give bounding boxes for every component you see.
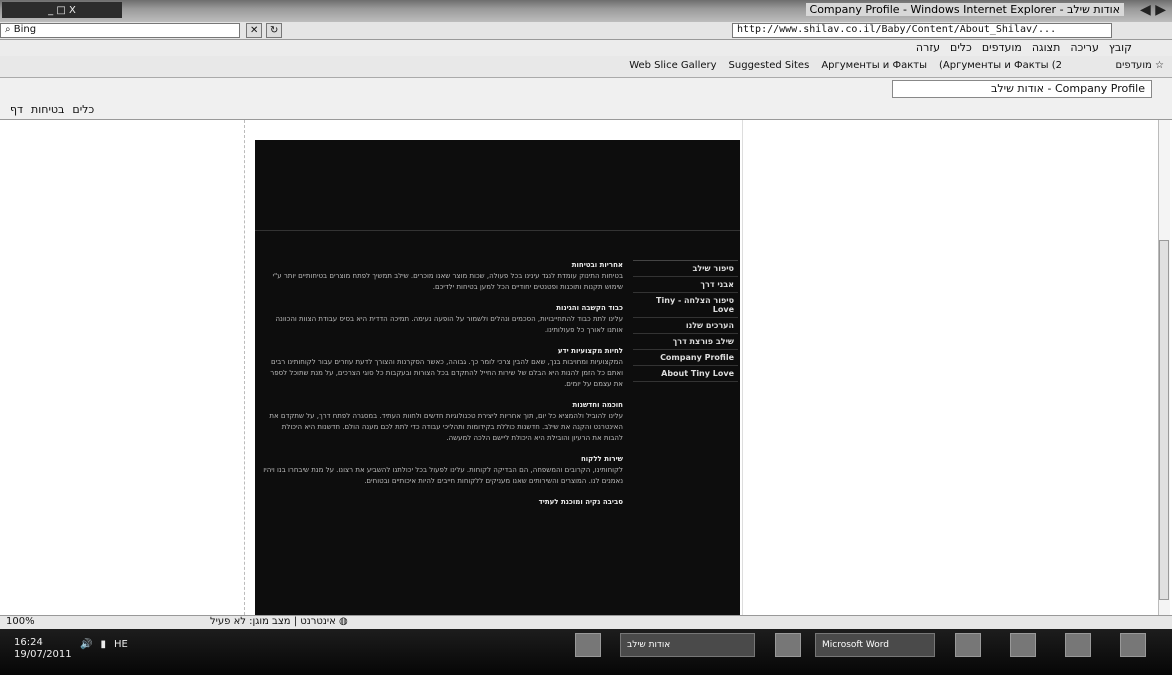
section-body: לקוחותינו, הקרובים והמשפחה, הם הבדיקה לק… — [263, 466, 623, 485]
menu-bar: קובץ עריכה תצוגה מועדפים כלים עזרה — [0, 40, 1172, 56]
globe-icon: ◍ — [335, 616, 348, 627]
site-nav: סיפור שילב אבני דרך סיפור הצלחה - Tiny Lov… — [633, 260, 738, 382]
app-icon-3[interactable] — [1065, 633, 1091, 657]
favorites-link[interactable]: Аргументы и Факты — [821, 60, 927, 71]
section-heading: כבוד הקשבה והגינות — [556, 304, 623, 312]
clock[interactable]: 16:24 19/07/2011 — [14, 637, 72, 661]
close-icon: ✕ — [250, 25, 259, 36]
header-divider — [255, 230, 740, 231]
site-page: סיפור שילב אבני דרך סיפור הצלחה - Tiny Lov… — [255, 140, 740, 615]
network-icon[interactable]: ▮ — [100, 639, 106, 650]
section-body: עלינו להוביל ולהמציא כל יום, תוך אחריות … — [269, 412, 623, 442]
right-margin — [742, 120, 897, 615]
site-nav-item[interactable]: אבני דרך — [633, 277, 738, 293]
taskbar-button-word[interactable]: Microsoft Word — [815, 633, 935, 657]
section-heading: אחריות ובטיחות — [571, 261, 623, 269]
window-controls[interactable]: _ □ X — [2, 2, 122, 18]
title-bar: _ □ X אודות שילב - Company Profile - Win… — [0, 0, 1172, 22]
acrobat-icon[interactable] — [575, 633, 601, 657]
app-icon-2[interactable] — [1010, 633, 1036, 657]
favorites-link[interactable]: Suggested Sites — [729, 60, 810, 71]
command-item[interactable]: בטיחות — [31, 103, 64, 116]
page-viewport: סיפור שילב אבני דרך סיפור הצלחה - Tiny Lov… — [0, 120, 1160, 615]
stop-button[interactable]: ✕ — [246, 23, 263, 38]
site-nav-item[interactable]: שילב פורצת דרך — [633, 334, 738, 350]
section-body: בטיחות התינוק עומדת לנגד עינינו בכל פעול… — [272, 272, 623, 291]
security-zone: ◍ אינטרנט | מצב מוגן: לא פעיל — [210, 616, 348, 627]
site-nav-item[interactable]: הערכים שלנו — [633, 318, 738, 334]
address-input[interactable]: http://www.shilav.co.il/Baby/Content/Abo… — [732, 23, 1112, 38]
site-nav-item[interactable]: Company Profile — [633, 350, 738, 366]
window-title: אודות שילב - Company Profile - Windows I… — [805, 3, 1124, 16]
app-icon-4[interactable] — [1120, 633, 1146, 657]
menu-item-5[interactable]: עזרה — [916, 41, 940, 54]
favorites-bar: Web Slice Gallery Suggested Sites Аргумент… — [0, 56, 1172, 78]
menu-item-0[interactable]: קובץ — [1109, 41, 1132, 54]
menu-item-3[interactable]: מועדפים — [982, 41, 1022, 54]
left-margin — [0, 120, 245, 615]
favorites-button[interactable]: ☆ מועדפים — [1115, 60, 1164, 71]
language-indicator[interactable]: HE — [114, 639, 128, 650]
back-icon[interactable]: ◀ — [1140, 2, 1151, 18]
section-body: המקצועיות ומחויבות בנך, שאם להבין צרכי ל… — [270, 358, 623, 388]
tab-current[interactable]: אודות שילב - Company Profile — [892, 80, 1152, 98]
command-bar: כלים בטיחות דף — [4, 100, 94, 118]
status-bar: 100% ◍ אינטרנט | מצב מוגן: לא פעיל — [0, 615, 1172, 629]
system-tray: 🔊 ▮ HE — [80, 639, 128, 650]
favorites-link[interactable]: Web Slice Gallery — [629, 60, 716, 71]
favorites-links: Web Slice Gallery Suggested Sites Аргумент… — [629, 60, 1062, 71]
menu-item-4[interactable]: כלים — [950, 41, 972, 54]
back-forward-buttons[interactable]: ◀ ▶ — [1140, 2, 1166, 18]
menu-list: קובץ עריכה תצוגה מועדפים כלים עזרה — [916, 41, 1132, 54]
section-heading: שירות ללקוח — [580, 455, 623, 463]
forward-icon[interactable]: ▶ — [1155, 2, 1166, 18]
app-icon-1[interactable] — [955, 633, 981, 657]
scroll-thumb[interactable] — [1159, 240, 1169, 600]
taskbar-button-browser[interactable]: אודות שילב — [620, 633, 755, 657]
section-heading: לחיות מקצועיות ידע — [557, 347, 623, 355]
vertical-scrollbar[interactable] — [1158, 120, 1170, 615]
site-nav-item[interactable]: סיפור הצלחה - Tiny Love — [633, 293, 738, 318]
search-icon[interactable]: ⌕ — [5, 24, 14, 35]
star-icon: ☆ — [1151, 60, 1164, 71]
menu-item-2[interactable]: תצוגה — [1032, 41, 1060, 54]
section-heading: סביבה נקיה ומוכנת לעתיד — [538, 498, 623, 506]
media-icon[interactable] — [775, 633, 801, 657]
site-nav-item[interactable]: About Tiny Love — [633, 366, 738, 382]
favorites-link[interactable]: (Аргументы и Факты (2 — [939, 60, 1062, 71]
address-toolbar: ⌕ Bing ✕ ↻ http://www.shilav.co.il/Baby/… — [0, 22, 1172, 40]
taskbar: 16:24 19/07/2011 🔊 ▮ HE אודות שילב Micro… — [0, 629, 1172, 675]
search-input[interactable]: ⌕ Bing — [0, 23, 240, 38]
article: אחריות ובטיחות בטיחות התינוק עומדת לנגד ע… — [263, 250, 623, 508]
command-item[interactable]: דף — [10, 103, 23, 116]
menu-item-1[interactable]: עריכה — [1070, 41, 1099, 54]
tab-row: אודות שילב - Company Profile כלים בטיחות ד… — [0, 78, 1172, 120]
zoom-control[interactable]: 100% — [6, 616, 35, 627]
refresh-icon: ↻ — [270, 25, 279, 36]
section-heading: חוכמה וחדשנות — [572, 401, 623, 409]
speaker-icon[interactable]: 🔊 — [80, 639, 92, 650]
command-item[interactable]: כלים — [72, 103, 94, 116]
refresh-button[interactable]: ↻ — [266, 23, 283, 38]
site-nav-item[interactable]: סיפור שילב — [633, 261, 738, 277]
section-body: עלינו לתת כבוד להתחייבויות, הסכמים ונהלי… — [275, 315, 623, 334]
